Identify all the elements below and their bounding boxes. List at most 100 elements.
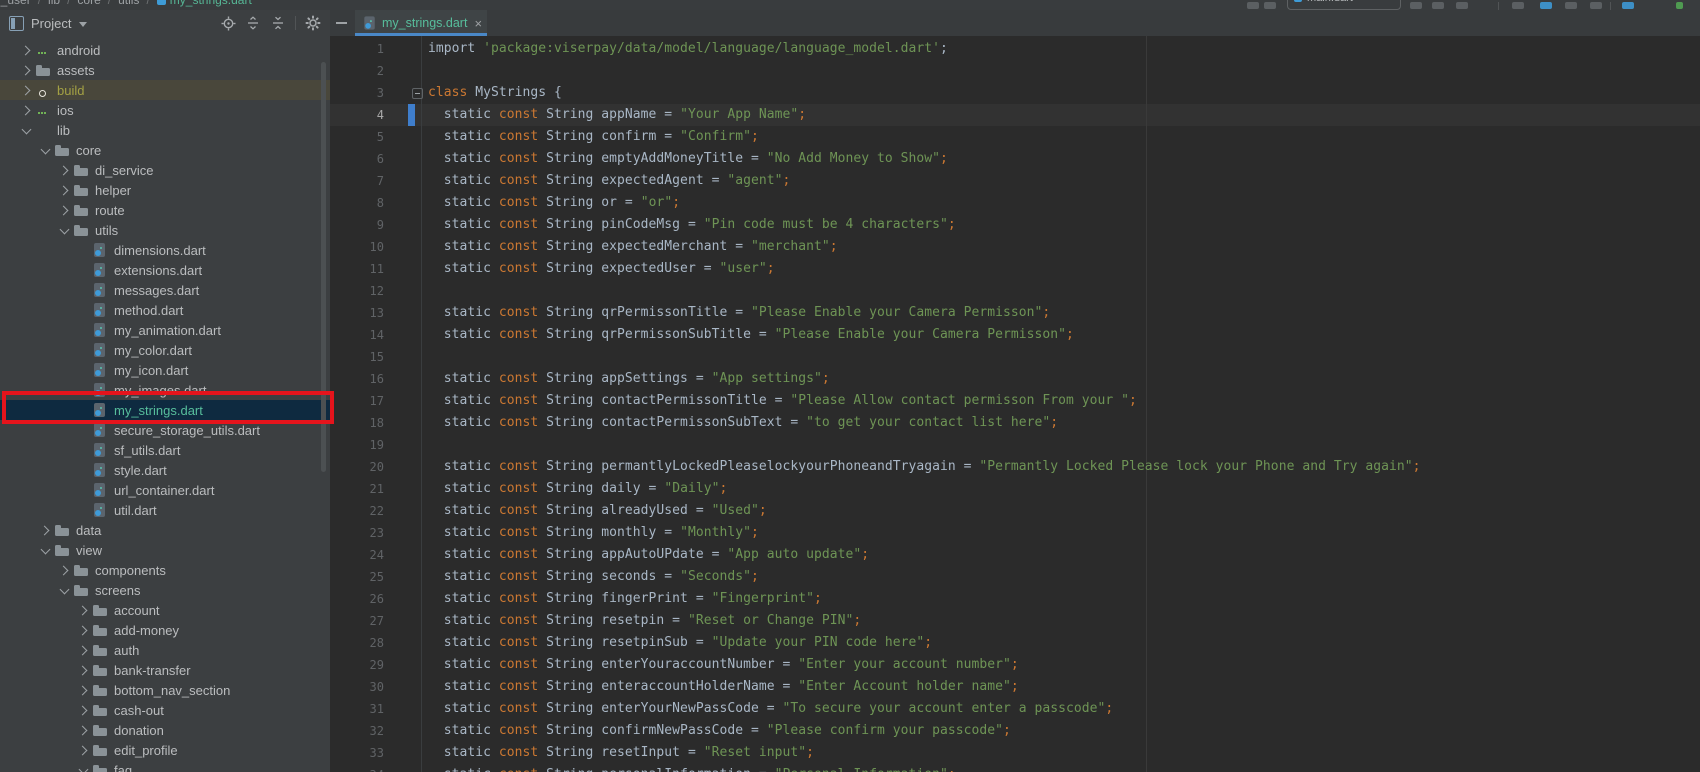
chevron-right-icon[interactable] [58,565,68,575]
line-number[interactable]: 9 [330,214,384,236]
tree-row-auth[interactable]: auth [0,640,330,660]
tree-row-messages-dart[interactable]: messages.dart [0,280,330,300]
code-line-16[interactable]: 16 static const String appSettings = "Ap… [330,368,1700,390]
code-line-5[interactable]: 5 static const String confirm = "Confirm… [330,126,1700,148]
tree-row-di-service[interactable]: di_service [0,160,330,180]
chevron-right-icon[interactable] [20,85,30,95]
tree-row-lib[interactable]: lib [0,120,330,140]
tab-my-strings-dart[interactable]: my_strings.dart × [355,10,487,36]
toolbar-icon[interactable] [1540,2,1552,9]
tree-row-helper[interactable]: helper [0,180,330,200]
line-number[interactable]: 28 [330,632,384,654]
code-editor[interactable]: 1import 'package:viserpay/data/model/lan… [330,36,1700,772]
line-number[interactable]: 31 [330,698,384,720]
tree-row-donation[interactable]: donation [0,720,330,740]
project-panel-title[interactable]: Project [31,16,71,31]
chevron-down-icon[interactable] [79,764,89,772]
tree-row-method-dart[interactable]: method.dart [0,300,330,320]
code-line-21[interactable]: 21 static const String daily = "Daily"; [330,478,1700,500]
chevron-down-icon[interactable] [22,124,32,134]
chevron-right-icon[interactable] [77,705,87,715]
line-number[interactable]: 4 [330,104,384,126]
line-number[interactable]: 19 [330,434,384,456]
tree-row-components[interactable]: components [0,560,330,580]
code-line-27[interactable]: 27 static const String resetpin = "Reset… [330,610,1700,632]
tree-row-my-icon-dart[interactable]: my_icon.dart [0,360,330,380]
line-number[interactable]: 5 [330,126,384,148]
tree-row-dimensions-dart[interactable]: dimensions.dart [0,240,330,260]
line-number[interactable]: 26 [330,588,384,610]
tree-row-screens[interactable]: screens [0,580,330,600]
code-line-22[interactable]: 22 static const String alreadyUsed = "Us… [330,500,1700,522]
code-line-24[interactable]: 24 static const String appAutoUPdate = "… [330,544,1700,566]
code-line-23[interactable]: 23 static const String monthly = "Monthl… [330,522,1700,544]
code-line-26[interactable]: 26 static const String fingerPrint = "Fi… [330,588,1700,610]
chevron-right-icon[interactable] [58,185,68,195]
tree-row-bottom-nav-section[interactable]: bottom_nav_section [0,680,330,700]
chevron-right-icon[interactable] [58,205,68,215]
code-line-13[interactable]: 13 static const String qrPermissonTitle … [330,302,1700,324]
tree-row-ios[interactable]: ios [0,100,330,120]
line-number[interactable]: 16 [330,368,384,390]
chevron-right-icon[interactable] [20,105,30,115]
tree-row-url-container-dart[interactable]: url_container.dart [0,480,330,500]
fold-marker-icon[interactable] [412,88,423,99]
chevron-down-icon[interactable] [79,22,87,27]
chevron-right-icon[interactable] [39,525,49,535]
line-number[interactable]: 23 [330,522,384,544]
line-number[interactable]: 34 [330,764,384,772]
close-icon[interactable]: × [474,17,482,30]
hide-panel-icon[interactable] [336,22,347,24]
code-line-15[interactable]: 15 [330,346,1700,368]
chevron-right-icon[interactable] [77,685,87,695]
line-number[interactable]: 13 [330,302,384,324]
tree-row-core[interactable]: core [0,140,330,160]
line-number[interactable]: 7 [330,170,384,192]
gear-icon[interactable] [305,15,321,31]
breadcrumb-segment[interactable]: viserpay_user [0,0,31,7]
line-number[interactable]: 3 [330,82,384,104]
code-line-7[interactable]: 7 static const String expectedAgent = "a… [330,170,1700,192]
line-number[interactable]: 32 [330,720,384,742]
code-line-14[interactable]: 14 static const String qrPermissonSubTit… [330,324,1700,346]
chevron-right-icon[interactable] [77,665,87,675]
line-number[interactable]: 2 [330,60,384,82]
line-number[interactable]: 10 [330,236,384,258]
tree-row-android[interactable]: android [0,40,330,60]
toolbar-icon[interactable] [1676,2,1683,9]
code-line-10[interactable]: 10 static const String expectedMerchant … [330,236,1700,258]
code-line-31[interactable]: 31 static const String enterYourNewPassC… [330,698,1700,720]
code-line-2[interactable]: 2 [330,60,1700,82]
code-line-19[interactable]: 19 [330,434,1700,456]
code-line-25[interactable]: 25 static const String seconds = "Second… [330,566,1700,588]
code-line-11[interactable]: 11 static const String expectedUser = "u… [330,258,1700,280]
collapse-all-icon[interactable] [270,15,286,31]
code-line-12[interactable]: 12 [330,280,1700,302]
chevron-right-icon[interactable] [77,725,87,735]
breadcrumb-segment[interactable]: core [77,0,100,7]
tree-row-my-animation-dart[interactable]: my_animation.dart [0,320,330,340]
tree-row-utils[interactable]: utils [0,220,330,240]
code-line-30[interactable]: 30 static const String enteraccountHolde… [330,676,1700,698]
toolbar-icon[interactable] [1565,2,1577,9]
code-line-18[interactable]: 18 static const String contactPermissonS… [330,412,1700,434]
toolbar-icon[interactable] [1590,2,1602,9]
line-number[interactable]: 30 [330,676,384,698]
tree-row-cash-out[interactable]: cash-out [0,700,330,720]
line-number[interactable]: 11 [330,258,384,280]
tree-row-my-color-dart[interactable]: my_color.dart [0,340,330,360]
code-line-28[interactable]: 28 static const String resetpinSub = "Up… [330,632,1700,654]
tree-row-data[interactable]: data [0,520,330,540]
line-number[interactable]: 33 [330,742,384,764]
chevron-down-icon[interactable] [41,144,51,154]
code-line-8[interactable]: 8 static const String or = "or"; [330,192,1700,214]
line-number[interactable]: 17 [330,390,384,412]
line-number[interactable]: 25 [330,566,384,588]
line-number[interactable]: 20 [330,456,384,478]
locate-file-icon[interactable] [220,15,236,31]
tree-row-sf-utils-dart[interactable]: sf_utils.dart [0,440,330,460]
tree-row-view[interactable]: view [0,540,330,560]
line-number[interactable]: 21 [330,478,384,500]
tree-row-bank-transfer[interactable]: bank-transfer [0,660,330,680]
tree-row-add-money[interactable]: add-money [0,620,330,640]
